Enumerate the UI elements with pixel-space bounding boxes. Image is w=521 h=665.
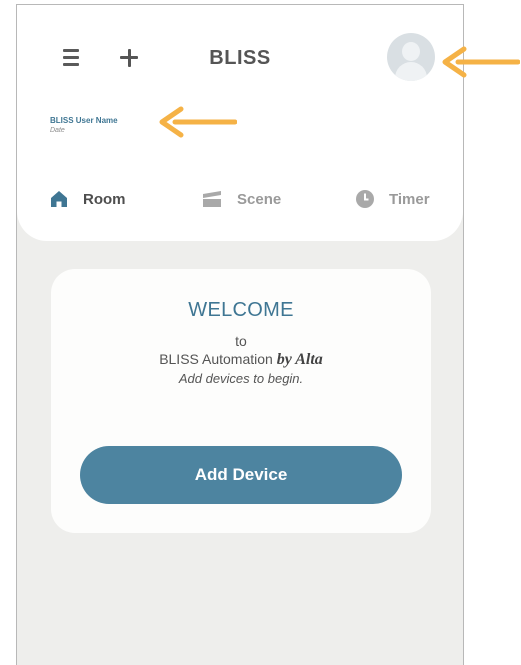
app-header: BLISS BLISS User Name Date Room Scene Ti…	[17, 5, 463, 241]
tab-timer[interactable]: Timer	[355, 187, 430, 211]
scene-icon	[203, 191, 221, 207]
app-screen: BLISS BLISS User Name Date Room Scene Ti…	[16, 4, 464, 665]
tab-room-label: Room	[83, 190, 126, 208]
tab-scene-label: Scene	[237, 190, 282, 208]
welcome-to: to	[235, 333, 247, 349]
welcome-heading: WELCOME	[188, 299, 294, 321]
tab-timer-label: Timer	[389, 190, 430, 208]
user-name: BLISS User Name	[50, 116, 118, 125]
tab-scene[interactable]: Scene	[201, 187, 281, 211]
welcome-card: WELCOME to BLISS Automation by Alta Add …	[51, 269, 431, 533]
add-device-button[interactable]: Add Device	[80, 446, 402, 504]
tab-room[interactable]: Room	[49, 187, 126, 211]
user-date: Date	[50, 127, 65, 134]
user-avatar-icon[interactable]	[387, 33, 435, 81]
clock-icon	[356, 190, 374, 208]
brand-by-alta: by Alta	[276, 351, 323, 368]
brand-name: BLISS Automation	[159, 351, 273, 367]
brand-line: BLISS Automation by Alta	[51, 351, 431, 369]
welcome-hint: Add devices to begin.	[178, 371, 304, 386]
arrow-icon	[159, 106, 237, 138]
home-icon	[51, 191, 67, 207]
arrow-icon	[442, 46, 520, 78]
